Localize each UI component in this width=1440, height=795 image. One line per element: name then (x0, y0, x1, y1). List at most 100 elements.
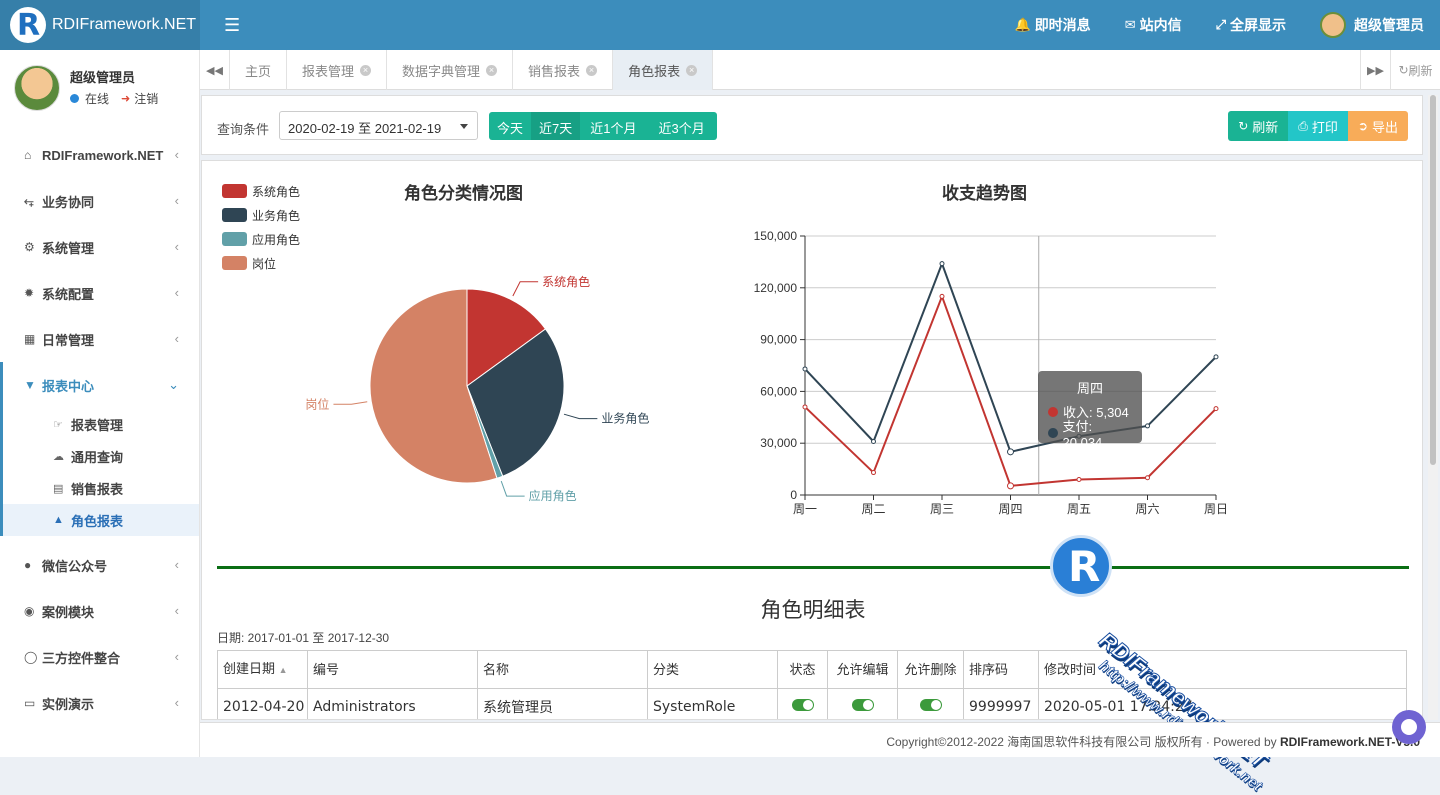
menu-toggle-icon[interactable]: ☰ (224, 16, 240, 34)
data-point (872, 471, 876, 475)
sidebar-item-third-party[interactable]: ◯三方控件整合‹ (0, 634, 199, 680)
table-cell: Administrators (308, 689, 478, 721)
globe-icon: ◯ (24, 650, 39, 664)
tab-label: 主页 (245, 61, 271, 80)
sidebar-item-daily[interactable]: ▦日常管理‹ (0, 316, 199, 362)
last-7-days-button[interactable]: 近7天 (531, 112, 580, 140)
export-button[interactable]: ➲导出 (1348, 111, 1408, 141)
table-row[interactable]: 2012-04-20 Administrators 系统管理员 SystemRo… (218, 689, 1407, 721)
print-button[interactable]: ⎙ 打印 (1288, 111, 1348, 141)
close-icon[interactable]: × (486, 65, 497, 76)
refresh-button[interactable]: ↻ 刷新 (1228, 111, 1288, 141)
chat-icon[interactable] (1392, 710, 1426, 744)
refresh-label: 刷新 (1252, 117, 1278, 136)
sidebar-item-cases[interactable]: ◉案例模块‹ (0, 588, 199, 634)
x-tick-label: 周一 (793, 502, 817, 516)
chevron-down-icon: ⌄ (168, 377, 179, 393)
instant-message-button[interactable]: 🔔 即时消息 (1015, 15, 1091, 35)
last-3-months-button[interactable]: 近3个月 (646, 112, 716, 140)
chevron-left-icon: ‹ (175, 649, 179, 664)
column-header: 允许编辑 (828, 651, 898, 689)
tab-sales-report[interactable]: 销售报表× (513, 50, 613, 90)
submenu-item-role-report[interactable]: ▲角色报表 (3, 504, 199, 536)
scrollbar-thumb[interactable] (1430, 95, 1436, 465)
chevron-left-icon: ‹ (175, 285, 179, 300)
sidebar-item-label: RDIFramework.NET (42, 148, 163, 163)
last-month-button[interactable]: 近1个月 (580, 112, 646, 140)
export-label: 导出 (1372, 117, 1398, 136)
sort-icon: ▲ (279, 665, 288, 675)
inbox-label: 站内信 (1140, 15, 1182, 35)
sidebar-menu-lower: ●微信公众号‹ ◉案例模块‹ ◯三方控件整合‹ ▭实例演示‹ (0, 542, 199, 726)
refresh-icon: ↻ (1238, 119, 1248, 133)
expand-icon: ⤢ (1216, 17, 1226, 33)
sidebar-item-demos[interactable]: ▭实例演示‹ (0, 680, 199, 726)
column-header: 名称 (478, 651, 648, 689)
column-header[interactable]: 创建日期 ▲ (218, 651, 308, 689)
top-navbar: RDIFramework.NET ☰ 🔔 即时消息 ✉ 站内信 ⤢ 全屏显示 超… (0, 0, 1440, 50)
tab-role-report[interactable]: 角色报表× (613, 50, 713, 90)
refresh-icon: ↻ (1398, 63, 1408, 77)
inbox-button[interactable]: ✉ 站内信 (1125, 15, 1182, 35)
role-detail-table: 创建日期 ▲ 编号 名称 分类 状态 允许编辑 允许删除 排序码 修改时间 20… (217, 650, 1407, 720)
online-dot-icon (70, 94, 79, 103)
print-icon: ⎙ (1298, 119, 1308, 134)
submenu-label: 角色报表 (71, 511, 123, 530)
today-button[interactable]: 今天 (489, 112, 531, 140)
page-scrollbar[interactable] (1428, 95, 1438, 720)
print-label: 打印 (1312, 117, 1338, 136)
column-header: 分类 (648, 651, 778, 689)
sidebar-item-label: 系统管理 (42, 238, 94, 257)
date-range-select[interactable]: 2020-02-19 至 2021-02-19 (279, 111, 478, 140)
y-tick-label: 0 (790, 488, 797, 502)
sidebar-item-collaboration[interactable]: ⥆业务协同‹ (0, 178, 199, 224)
status-toggle[interactable] (792, 699, 814, 711)
caret-down-icon (460, 124, 468, 129)
submenu-label: 通用查询 (71, 447, 123, 466)
tab-report-manage[interactable]: 报表管理× (287, 50, 387, 90)
y-tick-label: 90,000 (760, 333, 797, 347)
fullscreen-button[interactable]: ⤢ 全屏显示 (1216, 15, 1286, 35)
close-icon[interactable]: × (686, 65, 697, 76)
allow-edit-toggle[interactable] (852, 699, 874, 711)
tab-scroll-right-icon[interactable]: ▶▶ (1360, 50, 1390, 90)
sidebar-item-reports[interactable]: ▼报表中心⌄ (0, 362, 199, 408)
allow-delete-toggle[interactable] (920, 699, 942, 711)
sidebar-item-system-config[interactable]: ✹系统配置‹ (0, 270, 199, 316)
user-menu-label: 超级管理员 (1354, 15, 1424, 35)
table-title: 角色明细表 (202, 594, 1423, 624)
sidebar-item-system-admin[interactable]: ⚙系统管理 ‹ (0, 224, 199, 270)
brand[interactable]: RDIFramework.NET (0, 0, 200, 50)
sidebar-item-home[interactable]: ⌂RDIFramework.NET‹ (0, 132, 199, 178)
tab-home[interactable]: 主页 (230, 50, 287, 90)
data-point (1146, 476, 1150, 480)
close-icon[interactable]: × (586, 65, 597, 76)
chevron-left-icon: ‹ (175, 695, 179, 710)
reports-submenu: ☞报表管理 ☁通用查询 ▤销售报表 ▲角色报表 (0, 408, 199, 536)
y-tick-label: 120,000 (754, 281, 798, 295)
submenu-item-general-query[interactable]: ☁通用查询 (3, 440, 199, 472)
logout-link[interactable]: 注销 (134, 90, 158, 107)
brand-name: RDIFramework.NET (52, 16, 196, 34)
line-chart[interactable]: 030,00060,00090,000120,000150,000周一周二周三周… (202, 161, 1423, 561)
y-tick-label: 150,000 (754, 229, 798, 243)
submenu-item-sales-report[interactable]: ▤销售报表 (3, 472, 199, 504)
fullscreen-label: 全屏显示 (1230, 15, 1286, 35)
chevron-left-icon: ‹ (175, 239, 179, 254)
sidebar-item-wechat[interactable]: ●微信公众号‹ (0, 542, 199, 588)
y-tick-label: 60,000 (760, 384, 797, 398)
cogs-icon: ⚙ (24, 240, 39, 254)
section-divider (217, 566, 1409, 569)
close-icon[interactable]: × (360, 65, 371, 76)
table-cell: 2020-05-01 17:24:27 (1039, 689, 1407, 721)
sidebar-item-label: 案例模块 (42, 602, 94, 621)
sidebar-item-label: 系统配置 (42, 284, 94, 303)
submenu-item-report-manage[interactable]: ☞报表管理 (3, 408, 199, 440)
sign-out-icon[interactable]: ➜ (121, 92, 130, 105)
tab-data-dictionary[interactable]: 数据字典管理× (387, 50, 513, 90)
tab-scroll-left-icon[interactable]: ◀◀ (200, 50, 230, 90)
bar-chart-icon: ▤ (53, 482, 71, 495)
user-menu[interactable]: 超级管理员 (1320, 12, 1424, 38)
tab-refresh-button[interactable]: ↻刷新 (1390, 50, 1440, 90)
desktop-icon: ▭ (24, 696, 39, 710)
